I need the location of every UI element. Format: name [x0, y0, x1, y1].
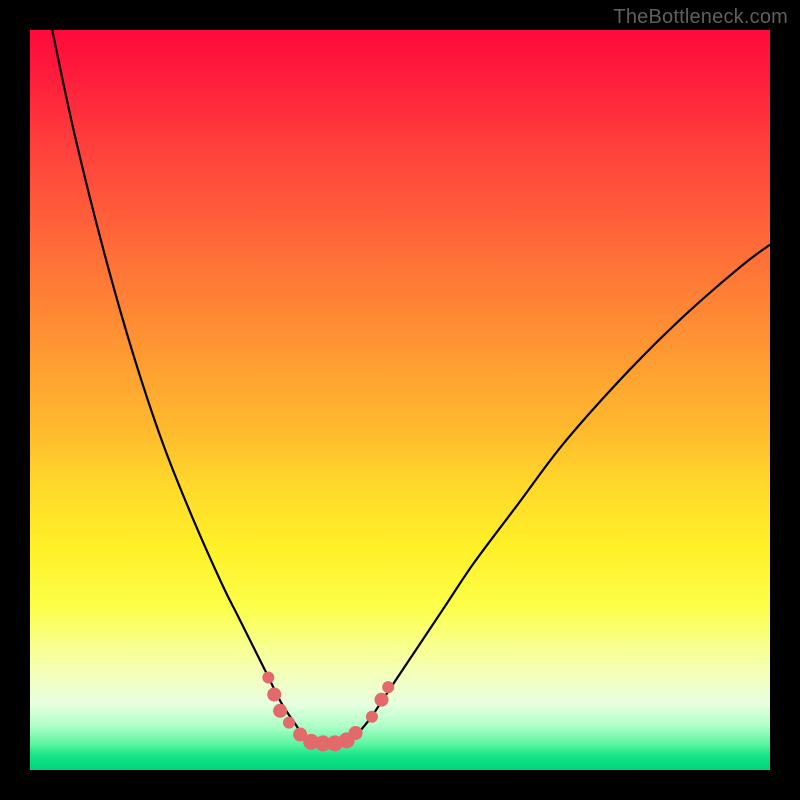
curve-marker — [382, 681, 394, 693]
plot-area — [30, 30, 770, 770]
watermark-text: TheBottleneck.com — [613, 6, 788, 29]
curve-marker — [262, 672, 274, 684]
curve-markers — [262, 672, 394, 752]
bottleneck-curve — [52, 30, 770, 743]
curve-marker — [273, 704, 287, 718]
curve-svg — [30, 30, 770, 770]
curve-marker — [366, 711, 378, 723]
curve-marker — [283, 717, 295, 729]
curve-marker — [375, 693, 389, 707]
curve-marker — [267, 688, 281, 702]
chart-frame: TheBottleneck.com — [0, 0, 800, 800]
curve-marker — [349, 726, 363, 740]
